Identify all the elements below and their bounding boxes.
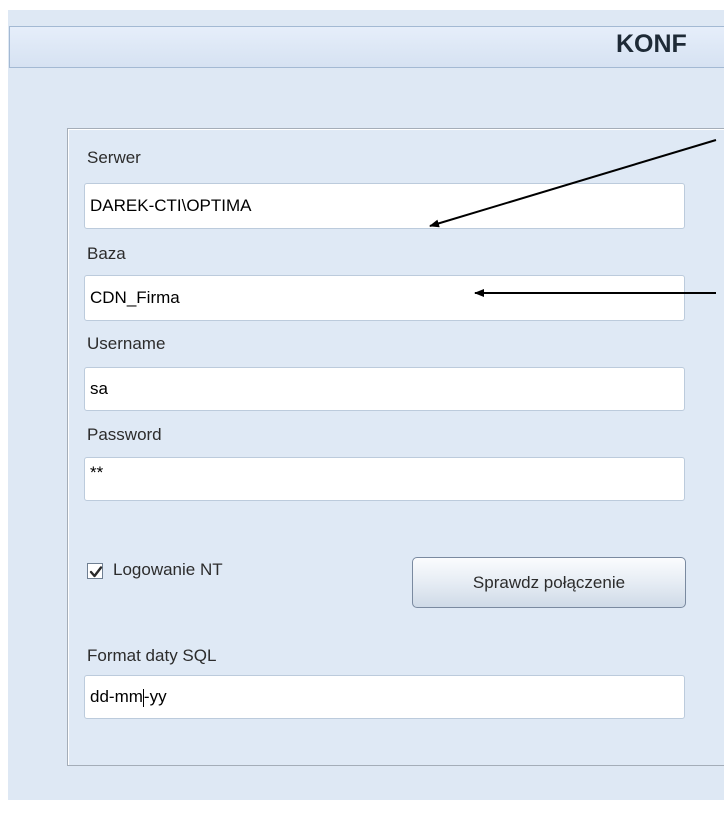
annotation-arrows — [429, 139, 717, 297]
arrow-to-server-field — [429, 139, 717, 228]
